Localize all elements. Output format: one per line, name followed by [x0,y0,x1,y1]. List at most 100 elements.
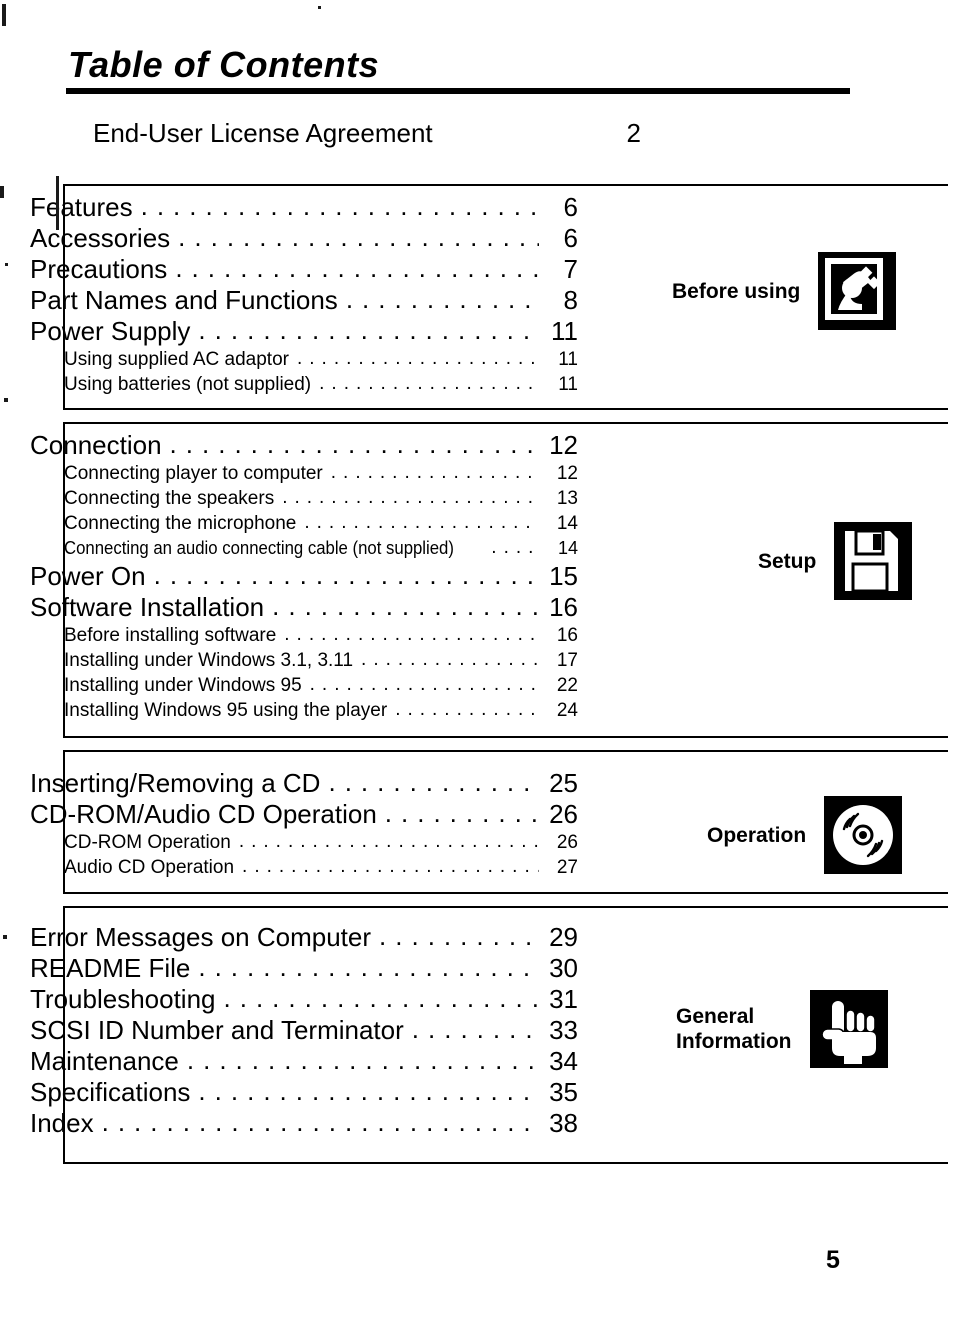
dot-leader: ........................................ [223,983,540,1013]
toc-entry-label: Inserting/Removing a CD [30,768,321,798]
toc-entry[interactable]: Installing under Windows 95.............… [30,673,578,698]
toc-entry[interactable]: Connecting the microphone...............… [30,511,578,536]
category-label: Setup [758,549,817,573]
scan-artifact [4,398,8,402]
toc-entry-page: 29 [549,922,578,952]
toc-entry[interactable]: Connecting the speakers.................… [30,486,578,511]
toc-entry-page: 15 [549,561,578,591]
toc-entry-label: Accessories [30,223,171,253]
toc-entry[interactable]: Connecting player to computer...........… [30,461,578,486]
category-label: Before using [672,279,801,303]
toc-entry-label: Connecting the microphone [64,513,297,534]
dot-leader: ........................................ [361,649,539,670]
pointing-hand-icon [809,990,888,1068]
toc-entry-label: Error Messages on Computer [30,922,372,952]
toc-entry[interactable]: Precautions.............................… [30,253,578,284]
dot-leader: ........................................ [330,462,539,483]
toc-entry[interactable]: Troubleshooting.........................… [30,983,578,1014]
toc-entry[interactable]: Software Installation...................… [30,591,578,622]
toc-entry-page: 12 [556,463,578,484]
dot-leader: ........................................ [186,1045,539,1075]
toc-entry[interactable]: End-User License Agreement 2 [93,118,641,148]
category-label: General Information [676,1005,792,1053]
toc-entry-label: Troubleshooting [30,984,216,1014]
toc-entry-page: 24 [556,700,578,721]
dot-leader: ........................................ [309,674,539,695]
toc-entry[interactable]: Using batteries (not supplied)..........… [30,372,578,397]
toc-entry[interactable]: Using supplied AC adaptor...............… [30,347,578,372]
toc-entry-label: Features [30,192,133,222]
dot-leader: ........................................ [384,798,539,828]
toc-entry-page: 14 [557,538,578,558]
dot-leader: ........................................ [296,348,539,369]
toc-entry-label: End-User License Agreement [93,118,433,148]
toc-entry[interactable]: CD-ROM/Audio CD Operation...............… [30,798,578,829]
toc-entry[interactable]: Features................................… [30,191,578,222]
dot-leader: ........................................ [395,699,539,720]
toc-entry-label: Power Supply [30,316,191,346]
toc-entry[interactable]: Power Supply............................… [30,315,578,346]
dot-leader: ........................................ [153,560,539,590]
toc-entry[interactable]: Before installing software..............… [30,623,578,648]
toc-entry-list-operation: Inserting/Removing a CD.................… [30,767,578,880]
dot-leader: ........................................ [198,952,539,982]
toc-entry[interactable]: Power On................................… [30,560,578,591]
dot-leader: ........................................ [411,1014,539,1044]
toc-entry-page: 2 [626,118,641,148]
toc-entry-page: 14 [556,513,578,534]
toc-entry[interactable]: Installing under Windows 3.1, 3.11......… [30,648,578,673]
toc-entry-page: 11 [558,374,578,395]
dot-leader: ........................................ [169,429,539,459]
toc-entry-list-setup: Connection..............................… [30,429,578,723]
toc-entry-page: 8 [563,285,578,315]
toc-entry[interactable]: Installing Windows 95 using the player..… [30,698,578,723]
dot-leader: ........................................ [345,284,539,314]
dot-leader: ........................................ [242,856,539,877]
dot-leader: ........................................ [319,373,539,394]
toc-entry-list-before-using: Features................................… [30,191,578,397]
toc-entry[interactable]: Connection..............................… [30,429,578,460]
toc-entry[interactable]: README File.............................… [30,952,578,983]
dot-leader: ........................................ [304,512,539,533]
toc-entry-page: 31 [549,984,578,1014]
toc-entry[interactable]: Connecting an audio connecting cable (no… [30,536,578,561]
toc-entry-label: Installing under Windows 3.1, 3.11 [64,650,354,671]
toc-entry[interactable]: SCSI ID Number and Terminator...........… [30,1014,578,1045]
scan-artifact [56,176,59,230]
toc-entry-label: Before installing software [64,625,277,646]
toc-entry-label: Part Names and Functions [30,285,338,315]
toc-entry[interactable]: Audio CD Operation......................… [30,855,578,880]
dot-leader: ........................................ [175,253,539,283]
toc-entry[interactable]: CD-ROM Operation........................… [30,830,578,855]
toc-entry-page: 26 [556,832,578,853]
scan-artifact [3,935,7,939]
toc-entry-page: 35 [549,1077,578,1107]
toc-entry-label: CD-ROM/Audio CD Operation [30,799,377,829]
toc-entry[interactable]: Specifications..........................… [30,1076,578,1107]
toc-entry-page: 38 [549,1108,578,1138]
toc-entry-label: Power On [30,561,146,591]
scan-artifact [318,6,321,9]
toc-entry-label: CD-ROM Operation [64,832,231,853]
toc-entry-label: Installing under Windows 95 [64,675,302,696]
category-setup: Setup [758,522,913,600]
toc-entry[interactable]: Index...................................… [30,1107,578,1138]
toc-entry-label: Connecting an audio connecting cable (no… [64,538,454,558]
toc-entry-page: 33 [549,1015,578,1045]
toc-entry-page: 34 [549,1046,578,1076]
power-plug-icon [818,252,897,330]
toc-entry[interactable]: Error Messages on Computer..............… [30,921,578,952]
toc-entry[interactable]: Part Names and Functions................… [30,284,578,315]
toc-entry[interactable]: Maintenance.............................… [30,1045,578,1076]
toc-entry-label: Connecting player to computer [64,463,323,484]
toc-entry-label: Precautions [30,254,168,284]
toc-entry-label: Installing Windows 95 using the player [64,700,388,721]
toc-entry-label: Audio CD Operation [64,857,235,878]
toc-entry[interactable]: Accessories.............................… [30,222,578,253]
category-general-information: General Information [676,990,888,1068]
toc-entry[interactable]: Inserting/Removing a CD.................… [30,767,578,798]
dot-leader: ........................................ [491,537,539,558]
toc-entry-label: README File [30,953,191,983]
toc-entry-page: 6 [563,223,578,253]
toc-entry-page: 16 [549,592,578,622]
